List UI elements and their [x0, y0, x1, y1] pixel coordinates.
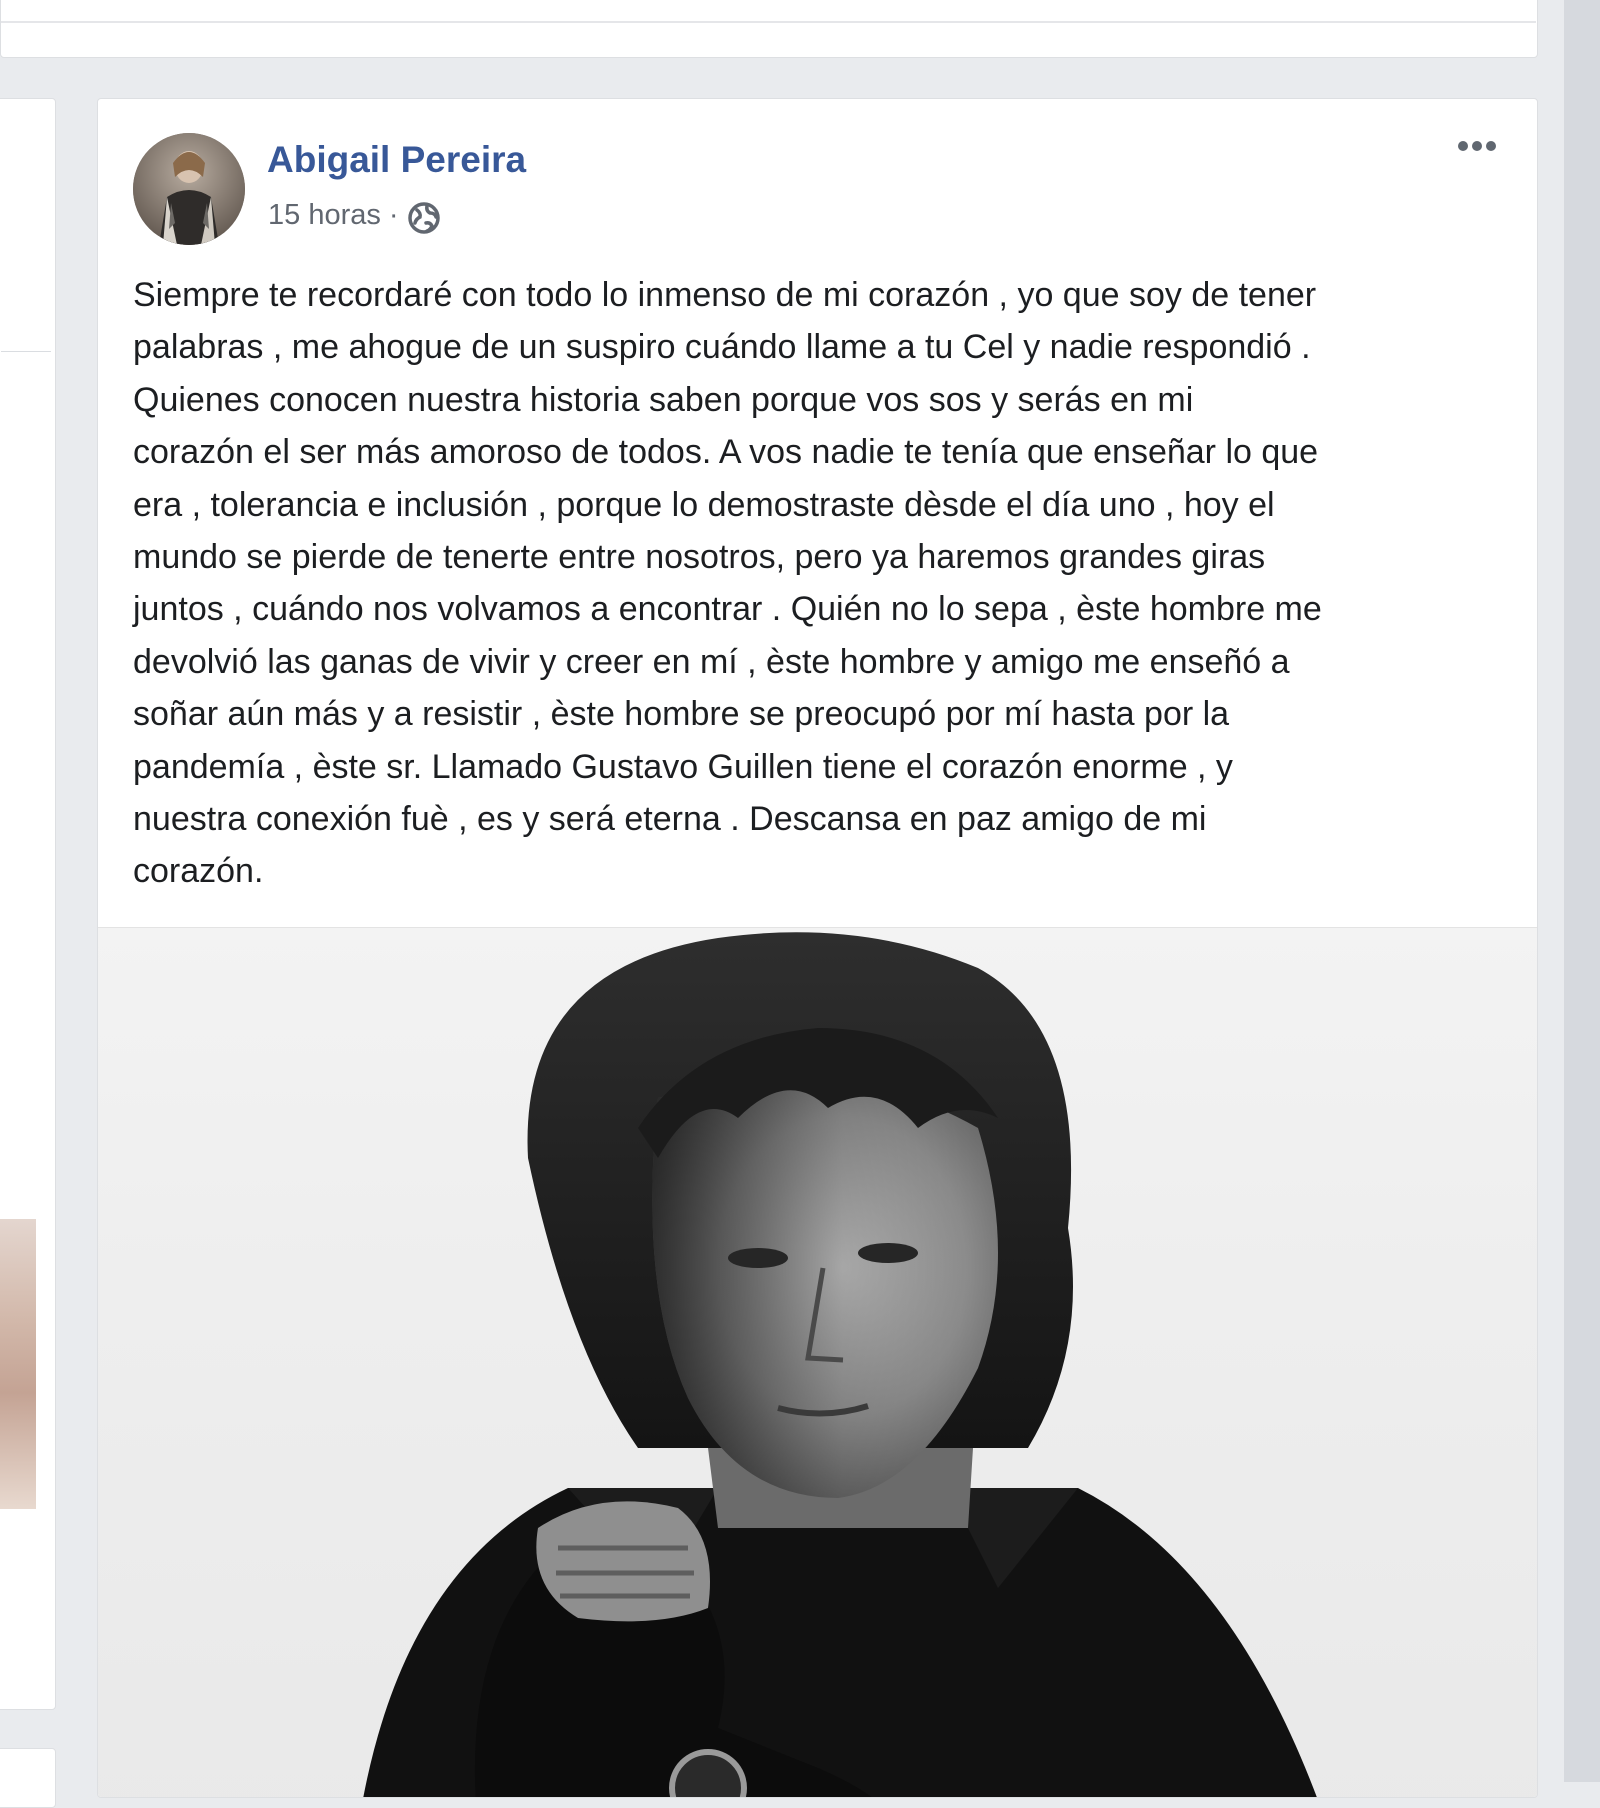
divider — [1, 351, 51, 352]
avatar[interactable] — [133, 133, 245, 245]
post-card: Abigail Pereira 15 horas · Siempre te re… — [97, 98, 1538, 1798]
previous-post-card — [0, 0, 1538, 58]
left-column-card-bottom — [0, 1748, 56, 1808]
post-text-line: corazón el ser más amoroso de todos. A v… — [133, 433, 1319, 472]
post-text-line: pandemía , èste sr. Llamado Gustavo Guil… — [133, 747, 1233, 786]
globe-icon[interactable] — [407, 201, 441, 235]
post-meta: 15 horas · — [268, 195, 441, 235]
left-column-card — [0, 98, 56, 1710]
post-text-line: palabras , me ahogue de un suspiro cuánd… — [133, 328, 1311, 367]
scrollbar-track[interactable] — [1564, 0, 1600, 1782]
post-photo[interactable] — [98, 927, 1537, 1797]
post-text-line: nuestra conexión fuè , es y será eterna … — [133, 800, 1207, 839]
post-text-line: corazón. — [133, 852, 264, 891]
post-text-line: Siempre te recordaré con todo lo inmenso… — [133, 276, 1317, 314]
post-text-line: mundo se pierde de tenerte entre nosotro… — [133, 538, 1266, 577]
post-timestamp[interactable]: 15 horas — [268, 199, 381, 232]
post-text-line: devolvió las ganas de vivir y creer en m… — [133, 642, 1290, 681]
post-text-line: soñar aún más y a resistir , èste hombre… — [133, 695, 1230, 734]
more-options-icon[interactable] — [1453, 129, 1509, 163]
post-text-line: juntos , cuándo nos volvamos a encontrar… — [133, 590, 1322, 629]
author-name-link[interactable]: Abigail Pereira — [267, 139, 526, 181]
meta-separator: · — [388, 198, 399, 231]
post-text: Siempre te recordaré con todo lo inmenso… — [133, 269, 1513, 898]
thumbnail-image[interactable] — [0, 1219, 36, 1509]
divider — [1, 21, 1536, 23]
post-text-line: era , tolerancia e inclusión , porque lo… — [133, 485, 1275, 524]
post-text-line: Quienes conocen nuestra historia saben p… — [133, 380, 1194, 419]
